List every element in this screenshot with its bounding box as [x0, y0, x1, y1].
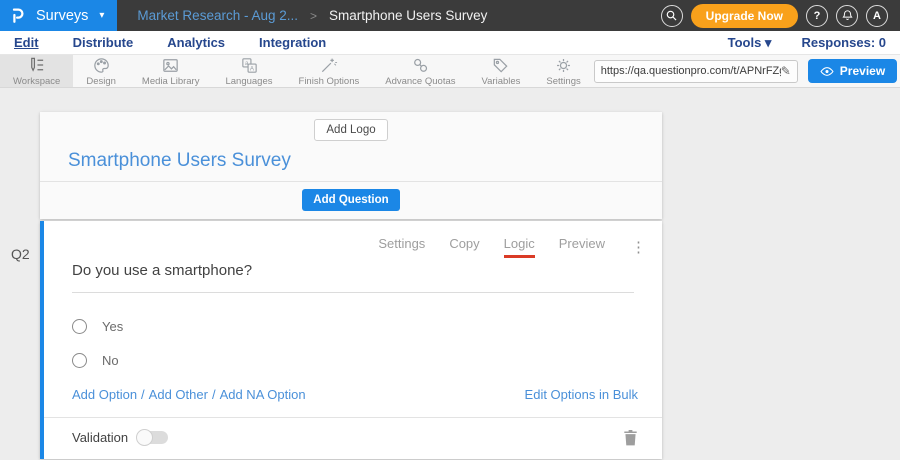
- product-name: Surveys: [36, 8, 88, 24]
- surveys-product-menu[interactable]: Surveys ▾: [0, 0, 117, 31]
- responses-count[interactable]: Responses: 0: [801, 35, 886, 50]
- question-more-menu-icon[interactable]: ⋮: [631, 240, 646, 255]
- toolbar-item-languages[interactable]: aA Languages: [212, 55, 285, 87]
- bell-icon: [841, 9, 854, 22]
- answer-option-yes[interactable]: Yes: [72, 319, 634, 334]
- toolbar-item-design[interactable]: Design: [73, 55, 129, 87]
- notifications-button[interactable]: [836, 5, 858, 27]
- survey-url-box: ✎: [594, 60, 798, 83]
- survey-editor-canvas: Add Logo Smartphone Users Survey Add Que…: [0, 88, 900, 460]
- question-tab-logic[interactable]: Logic: [504, 236, 535, 258]
- tools-menu[interactable]: Tools ▾: [728, 35, 772, 51]
- top-bar: Surveys ▾ Market Research - Aug 2... > S…: [0, 0, 900, 31]
- upgrade-now-button[interactable]: Upgrade Now: [691, 4, 798, 28]
- edit-url-pencil-icon[interactable]: ✎: [781, 64, 791, 78]
- search-icon: [665, 9, 678, 22]
- question-mark-icon: ?: [814, 10, 821, 22]
- radio-icon[interactable]: [72, 319, 87, 334]
- add-logo-button[interactable]: Add Logo: [314, 119, 387, 141]
- survey-nav: Edit Distribute Analytics Integration To…: [0, 31, 900, 55]
- avatar-initial: A: [873, 10, 881, 22]
- questionpro-logo-icon: [9, 6, 27, 25]
- palette-icon: [92, 56, 111, 75]
- nav-tab-integration[interactable]: Integration: [259, 35, 326, 50]
- question-text[interactable]: Do you use a smartphone?: [72, 262, 634, 293]
- link-separator: /: [141, 387, 145, 402]
- eye-icon: [820, 66, 834, 77]
- option-links: Add Option / Add Other / Add NA Option: [72, 387, 306, 402]
- svg-text:a: a: [244, 60, 248, 67]
- editor-toolbar: Workspace Design Media Library aA Langua…: [0, 55, 900, 88]
- tag-icon: [491, 56, 510, 75]
- nav-tab-distribute[interactable]: Distribute: [73, 35, 134, 50]
- option-label[interactable]: No: [102, 353, 119, 368]
- survey-header-card: Add Logo Smartphone Users Survey Add Que…: [40, 112, 662, 219]
- search-button[interactable]: [661, 5, 683, 27]
- link-separator: /: [212, 387, 216, 402]
- account-avatar[interactable]: A: [866, 5, 888, 27]
- preview-button[interactable]: Preview: [808, 59, 897, 83]
- nav-tab-edit[interactable]: Edit: [14, 35, 39, 50]
- breadcrumb-separator: >: [310, 9, 317, 23]
- question-card: Settings Copy Logic Preview ⋮ Do you use…: [40, 221, 662, 459]
- survey-url-input[interactable]: [601, 65, 781, 77]
- toolbar-item-settings[interactable]: Settings: [533, 55, 593, 87]
- question-tab-settings[interactable]: Settings: [378, 236, 425, 258]
- nav-tab-analytics[interactable]: Analytics: [167, 35, 225, 50]
- question-number: Q2: [11, 246, 30, 262]
- breadcrumb: Market Research - Aug 2... > Smartphone …: [137, 8, 487, 23]
- toolbar-item-media-library[interactable]: Media Library: [129, 55, 213, 87]
- toggle-knob: [136, 429, 153, 446]
- delete-question-trash-icon[interactable]: [623, 429, 638, 446]
- quota-rings-icon: [411, 56, 430, 75]
- breadcrumb-folder[interactable]: Market Research - Aug 2...: [137, 8, 298, 23]
- breadcrumb-survey-name: Smartphone Users Survey: [329, 8, 487, 23]
- add-na-option-link[interactable]: Add NA Option: [220, 387, 306, 402]
- image-icon: [161, 56, 180, 75]
- toolbar-item-finish-options[interactable]: Finish Options: [286, 55, 373, 87]
- add-question-button-top[interactable]: Add Question: [302, 189, 399, 211]
- translate-icon: aA: [240, 56, 259, 75]
- answer-option-no[interactable]: No: [72, 353, 634, 368]
- help-button[interactable]: ?: [806, 5, 828, 27]
- chevron-down-icon: ▾: [99, 10, 104, 21]
- question-tab-preview[interactable]: Preview: [559, 236, 605, 258]
- question-tab-copy[interactable]: Copy: [449, 236, 479, 258]
- toolbar-item-variables[interactable]: Variables: [469, 55, 534, 87]
- workspace-icon: [27, 56, 46, 75]
- magic-wand-icon: [319, 56, 338, 75]
- add-option-link[interactable]: Add Option: [72, 387, 137, 402]
- toolbar-item-advance-quotas[interactable]: Advance Quotas: [372, 55, 468, 87]
- option-label[interactable]: Yes: [102, 319, 123, 334]
- validation-label: Validation: [72, 430, 128, 445]
- edit-options-in-bulk-link[interactable]: Edit Options in Bulk: [525, 387, 638, 402]
- gear-icon: [554, 56, 573, 75]
- add-other-link[interactable]: Add Other: [149, 387, 208, 402]
- validation-toggle[interactable]: [138, 431, 168, 444]
- radio-icon[interactable]: [72, 353, 87, 368]
- survey-title[interactable]: Smartphone Users Survey: [40, 141, 662, 181]
- toolbar-item-workspace[interactable]: Workspace: [0, 55, 73, 87]
